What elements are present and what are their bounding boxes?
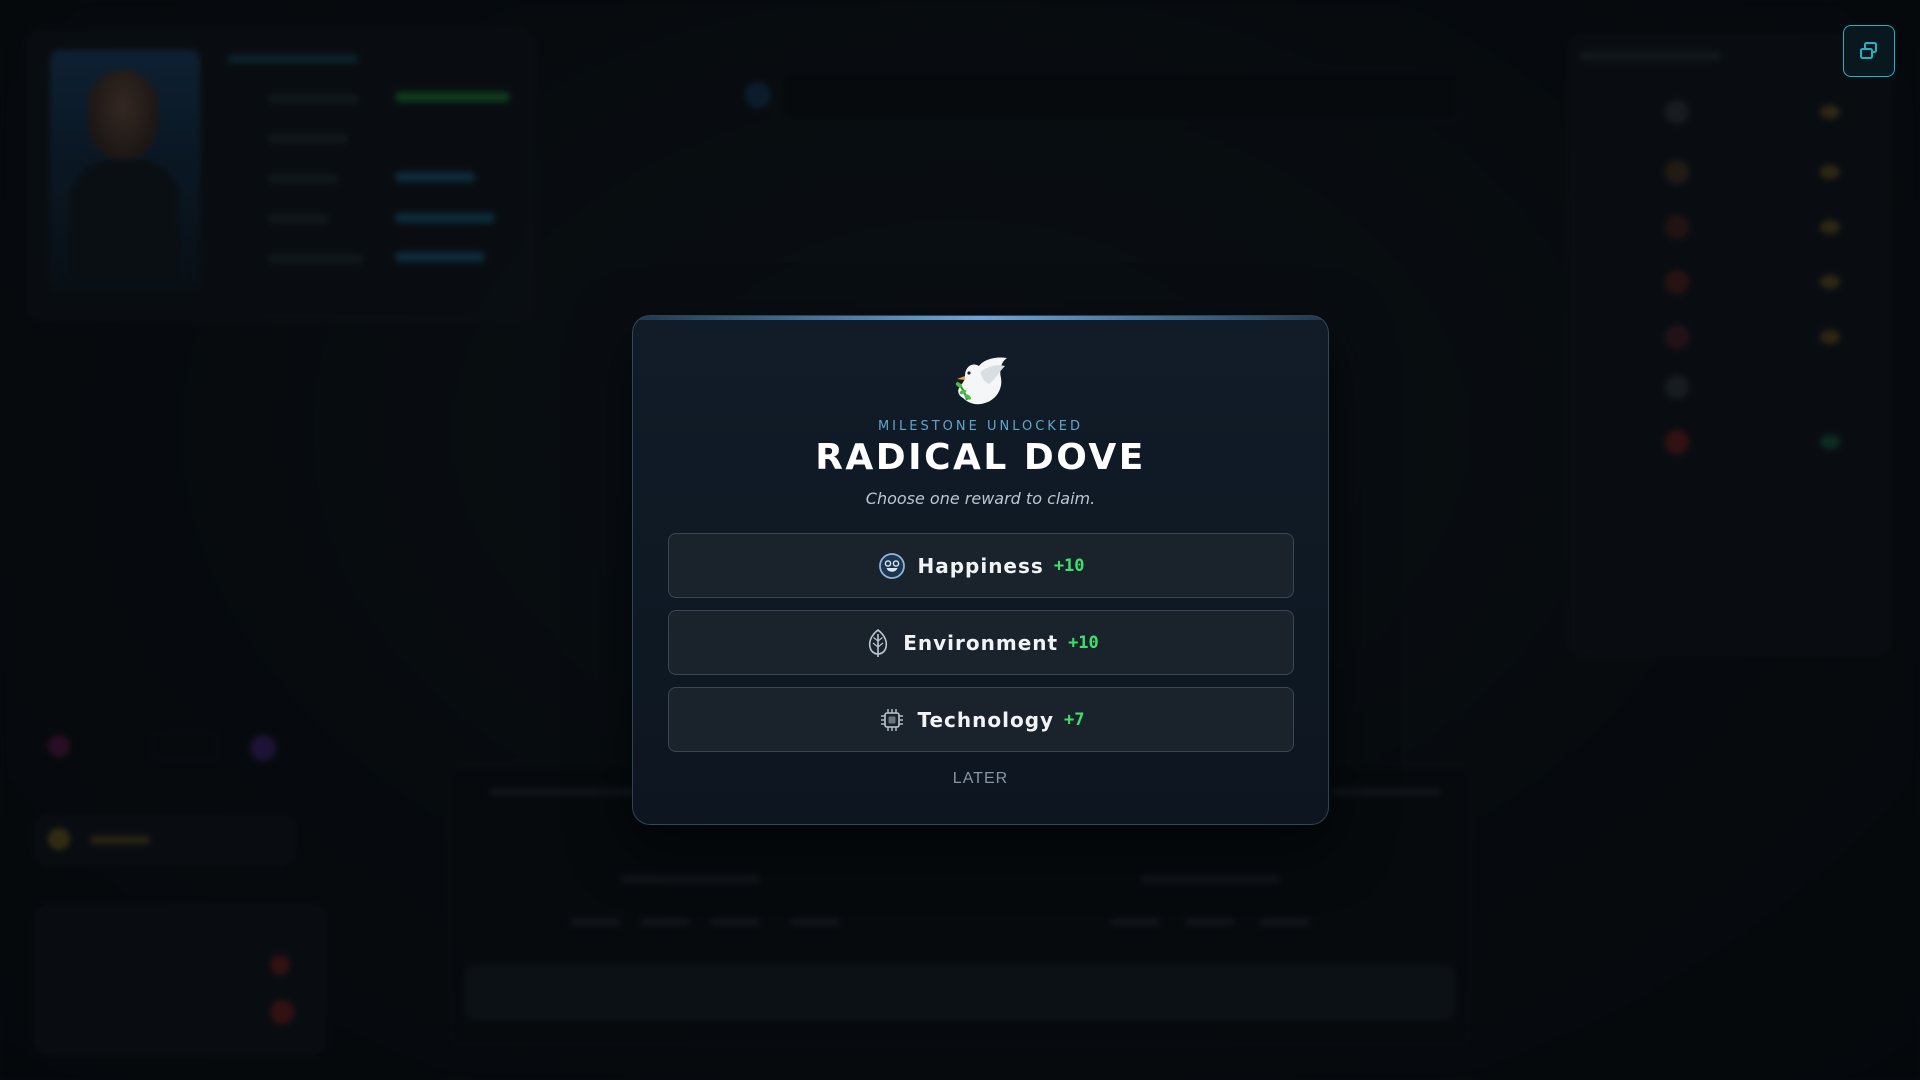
reward-option-technology[interactable]: Technology +7	[668, 687, 1294, 752]
leaf-icon	[863, 628, 893, 658]
reward-value: +7	[1064, 709, 1085, 730]
reward-label: Technology	[917, 707, 1055, 732]
milestone-dialog: MILESTONE UNLOCKED RADICAL DOVE Choose o…	[632, 315, 1329, 825]
later-button[interactable]: LATER	[633, 770, 1328, 788]
happiness-face-icon	[877, 551, 907, 581]
reward-value: +10	[1053, 555, 1085, 576]
milestone-title: RADICAL DOVE	[815, 437, 1146, 478]
reward-label: Environment	[903, 630, 1059, 655]
reward-value: +10	[1068, 632, 1099, 653]
reward-label: Happiness	[917, 553, 1044, 578]
dialog-accent-line	[633, 316, 1328, 320]
reward-option-environment[interactable]: Environment +10	[668, 610, 1294, 675]
restore-window-button[interactable]	[1843, 25, 1895, 77]
reward-option-happiness[interactable]: Happiness +10	[668, 533, 1294, 598]
dialog-instruction: Choose one reward to claim.	[865, 489, 1096, 508]
dialog-subtitle: MILESTONE UNLOCKED	[877, 419, 1084, 434]
dove-icon	[951, 352, 1013, 410]
restore-window-icon	[1858, 40, 1880, 62]
chip-icon	[877, 705, 907, 735]
